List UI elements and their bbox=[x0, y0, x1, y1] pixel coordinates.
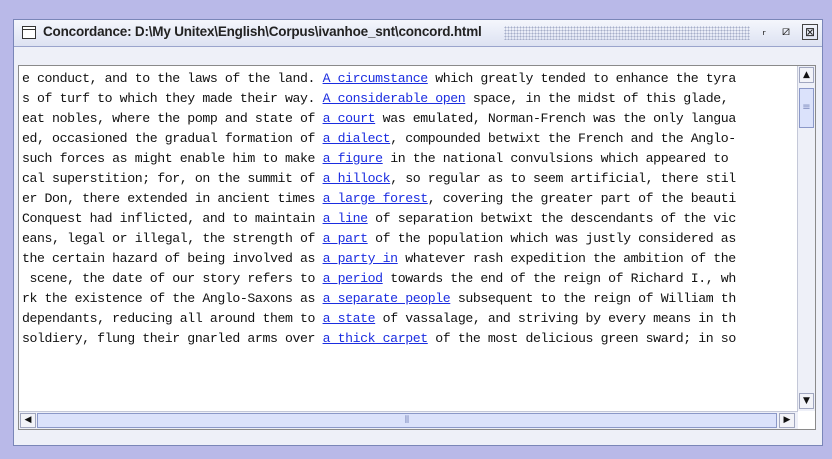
match-link[interactable]: a line bbox=[323, 211, 368, 226]
right-context: in the national convulsions which appear… bbox=[382, 151, 729, 166]
right-context: whatever rash expedition the ambition of… bbox=[397, 251, 736, 266]
title-bar[interactable]: Concordance: D:\My Unitex\English\Corpus… bbox=[14, 20, 822, 47]
left-context: the certain hazard of being involved as bbox=[22, 251, 323, 266]
left-context: soldiery, flung their gnarled arms over bbox=[22, 331, 323, 346]
concordance-line: dependants, reducing all around them to … bbox=[22, 309, 798, 329]
concordance-line: s of turf to which they made their way. … bbox=[22, 89, 798, 109]
right-context: of the most delicious green sward; in so bbox=[427, 331, 736, 346]
concordance-line: soldiery, flung their gnarled arms over … bbox=[22, 329, 798, 349]
title-bar-grip bbox=[504, 26, 750, 40]
scroll-up-button[interactable]: ▲ bbox=[799, 67, 814, 83]
match-link[interactable]: a separate people bbox=[323, 291, 451, 306]
concordance-line: e conduct, and to the laws of the land. … bbox=[22, 69, 798, 89]
match-link[interactable]: a thick carpet bbox=[323, 331, 429, 346]
right-context: was emulated, Norman-French was the only… bbox=[375, 111, 737, 126]
match-link[interactable]: a state bbox=[323, 311, 376, 326]
match-link[interactable]: a figure bbox=[323, 151, 384, 166]
left-context: eans, legal or illegal, the strength of bbox=[22, 231, 323, 246]
concordance-line: cal superstition; for, on the summit of … bbox=[22, 169, 798, 189]
right-context: space, in the midst of this glade, bbox=[465, 91, 729, 106]
match-link[interactable]: a large forest bbox=[323, 191, 429, 206]
match-link[interactable]: a dialect bbox=[323, 131, 391, 146]
vertical-scrollbar[interactable]: ▲ ≡ ▼ bbox=[797, 66, 815, 411]
window-icon bbox=[22, 26, 36, 39]
match-link[interactable]: a period bbox=[323, 271, 384, 286]
match-link[interactable]: a party in bbox=[323, 251, 399, 266]
left-context: dependants, reducing all around them to bbox=[22, 311, 323, 326]
concordance-text: e conduct, and to the laws of the land. … bbox=[22, 69, 798, 411]
scroll-right-button[interactable]: ▶ bbox=[779, 413, 795, 428]
right-context: of the population which was justly consi… bbox=[367, 231, 736, 246]
minimize-icon[interactable]: ᵣ bbox=[756, 24, 772, 40]
close-icon[interactable]: ⊠ bbox=[802, 24, 818, 40]
match-link[interactable]: a court bbox=[323, 111, 376, 126]
left-context: ed, occasioned the gradual formation of bbox=[22, 131, 323, 146]
concordance-line: ed, occasioned the gradual formation of … bbox=[22, 129, 798, 149]
concordance-line: eans, legal or illegal, the strength of … bbox=[22, 229, 798, 249]
horizontal-scrollbar[interactable]: ◀ ⦀ ▶ bbox=[19, 411, 798, 429]
right-context: of vassalage, and striving by every mean… bbox=[375, 311, 737, 326]
right-context: , compounded betwixt the French and the … bbox=[390, 131, 736, 146]
left-context: rk the existence of the Anglo-Saxons as bbox=[22, 291, 323, 306]
match-link[interactable]: A circumstance bbox=[323, 71, 429, 86]
left-context: cal superstition; for, on the summit of bbox=[22, 171, 323, 186]
scroll-left-button[interactable]: ◀ bbox=[20, 413, 36, 428]
concordance-line: scene, the date of our story refers to a… bbox=[22, 269, 798, 289]
left-context: Conquest had inflicted, and to maintain bbox=[22, 211, 323, 226]
right-context: subsequent to the reign of William th bbox=[450, 291, 736, 306]
vertical-scroll-thumb[interactable]: ≡ bbox=[799, 88, 814, 128]
left-context: eat nobles, where the pomp and state of bbox=[22, 111, 323, 126]
scroll-down-button[interactable]: ▼ bbox=[799, 393, 814, 409]
left-context: er Don, there extended in ancient times bbox=[22, 191, 323, 206]
left-context: such forces as might enable him to make bbox=[22, 151, 323, 166]
horizontal-scroll-thumb[interactable]: ⦀ bbox=[37, 413, 777, 428]
concordance-panel: e conduct, and to the laws of the land. … bbox=[18, 65, 816, 430]
left-context: scene, the date of our story refers to bbox=[22, 271, 323, 286]
concordance-window: Concordance: D:\My Unitex\English\Corpus… bbox=[13, 19, 823, 446]
right-context: towards the end of the reign of Richard … bbox=[382, 271, 736, 286]
left-context: e conduct, and to the laws of the land. bbox=[22, 71, 323, 86]
window-title: Concordance: D:\My Unitex\English\Corpus… bbox=[43, 24, 482, 39]
right-context: , covering the greater part of the beaut… bbox=[427, 191, 736, 206]
concordance-line: such forces as might enable him to make … bbox=[22, 149, 798, 169]
concordance-line: er Don, there extended in ancient times … bbox=[22, 189, 798, 209]
concordance-line: rk the existence of the Anglo-Saxons as … bbox=[22, 289, 798, 309]
maximize-icon[interactable]: ⧄ bbox=[778, 24, 794, 40]
concordance-line: eat nobles, where the pomp and state of … bbox=[22, 109, 798, 129]
match-link[interactable]: A considerable open bbox=[323, 91, 466, 106]
concordance-line: the certain hazard of being involved as … bbox=[22, 249, 798, 269]
right-context: , so regular as to seem artificial, ther… bbox=[390, 171, 736, 186]
concordance-line: Conquest had inflicted, and to maintain … bbox=[22, 209, 798, 229]
right-context: of separation betwixt the descendants of… bbox=[367, 211, 736, 226]
match-link[interactable]: a part bbox=[323, 231, 368, 246]
left-context: s of turf to which they made their way. bbox=[22, 91, 323, 106]
match-link[interactable]: a hillock bbox=[323, 171, 391, 186]
right-context: which greatly tended to enhance the tyra bbox=[427, 71, 736, 86]
